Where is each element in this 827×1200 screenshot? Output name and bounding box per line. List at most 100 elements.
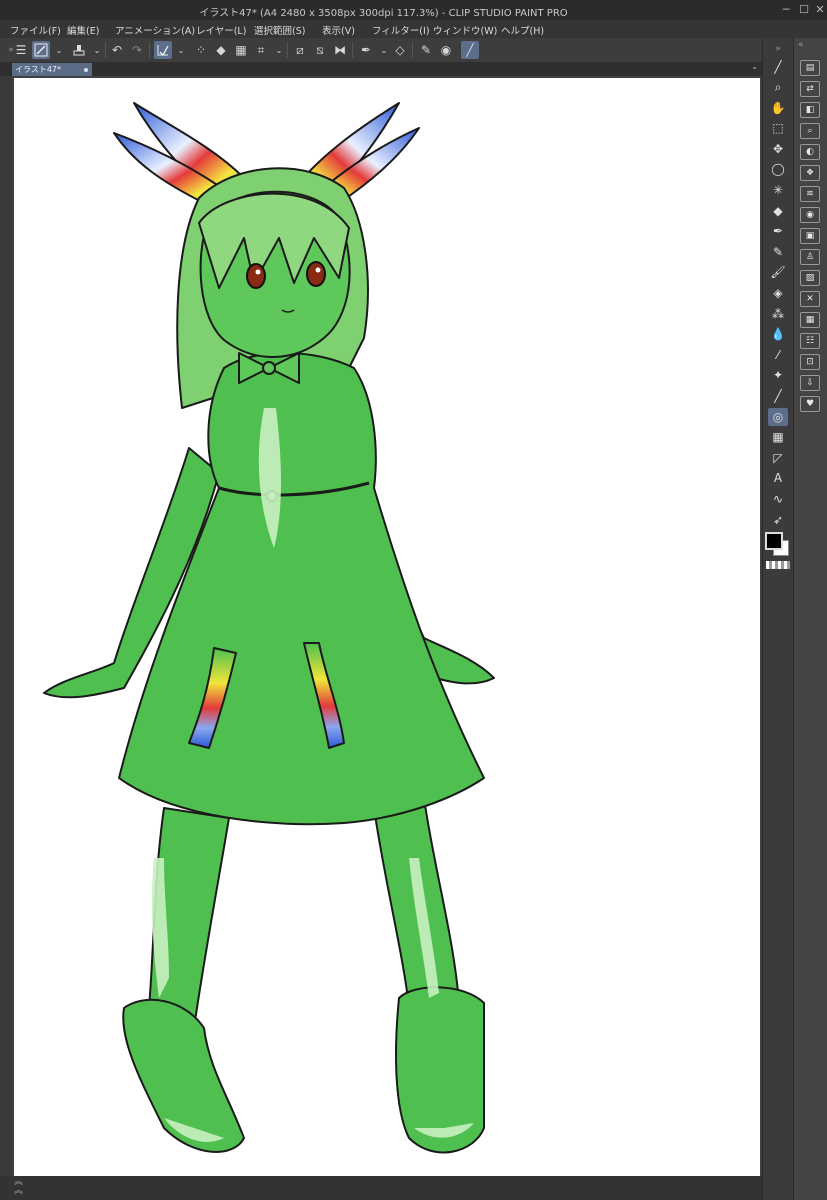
- pen-tool-icon[interactable]: ╱: [768, 58, 788, 76]
- layers-icon[interactable]: ≋: [800, 186, 820, 202]
- panel-collapse-icon[interactable]: »: [768, 40, 788, 58]
- stamp-icon[interactable]: [70, 41, 88, 59]
- separator: [352, 42, 353, 58]
- expand-up-icon[interactable]: ︽ ︽: [14, 1178, 23, 1196]
- picture-icon[interactable]: ▨: [800, 270, 820, 286]
- blend-icon[interactable]: 💧: [768, 325, 788, 343]
- window-title: イラスト47* (A4 2480 x 3508px 300dpi 117.3%)…: [199, 8, 568, 19]
- folder-image-icon[interactable]: ▣: [800, 228, 820, 244]
- title-bar: イラスト47* (A4 2480 x 3508px 300dpi 117.3%)…: [0, 0, 827, 20]
- chevron-down-icon[interactable]: ⌄: [270, 41, 288, 59]
- pen-pressure-icon[interactable]: [32, 41, 50, 59]
- dock-expand-icon[interactable]: «: [798, 40, 804, 50]
- canvas[interactable]: [14, 78, 760, 1176]
- figure-icon[interactable]: ♙: [800, 249, 820, 265]
- command-bar: » ☰ ⌄ ⌄ ↶ ↷ ⌄ ⁘ ◆ ▦ ⌗ ⌄ ⧄ ⧅ ⧓ ✒ ⌄ ◇ ✎ ◉ …: [0, 38, 762, 63]
- menu-window[interactable]: ウィンドウ(W): [433, 23, 497, 37]
- camera-icon[interactable]: ◉: [800, 207, 820, 223]
- menu-layer[interactable]: レイヤー(L): [196, 23, 246, 37]
- decoration-icon[interactable]: ✦: [768, 366, 788, 384]
- menu-help[interactable]: ヘルプ(H): [501, 23, 544, 37]
- rotate-icon[interactable]: ⧅: [311, 41, 329, 59]
- sub-tool-icon[interactable]: ▤: [800, 60, 820, 76]
- menu-bar: ファイル(F) 編集(E) アニメーション(A) レイヤー(L) 選択範囲(S)…: [0, 20, 827, 38]
- chevron-down-icon[interactable]: ⌄: [172, 41, 190, 59]
- layer-icon[interactable]: ✎: [417, 41, 435, 59]
- document-tab[interactable]: イラスト47*: [12, 63, 92, 76]
- airbrush-icon[interactable]: ⁂: [768, 305, 788, 323]
- foreground-color-swatch[interactable]: [765, 532, 783, 550]
- lasso-icon[interactable]: ◯: [768, 160, 788, 178]
- animation-icon[interactable]: ⇄: [800, 81, 820, 97]
- menu-animation[interactable]: アニメーション(A): [115, 23, 195, 37]
- flip-icon[interactable]: ⧓: [331, 41, 349, 59]
- eyedropper-icon[interactable]: ⁄: [768, 346, 788, 364]
- tab-menu-icon[interactable]: ⌄: [751, 62, 758, 71]
- eraser-icon[interactable]: ◆: [768, 202, 788, 220]
- menu-icon[interactable]: ☰: [12, 41, 30, 59]
- transparent-color-swatch[interactable]: [766, 561, 790, 569]
- close-box-icon[interactable]: ✕: [800, 291, 820, 307]
- document-tab-bar: イラスト47* ⌄: [0, 62, 762, 76]
- brush-tool-icon[interactable]: ✒: [357, 41, 375, 59]
- maximize-button[interactable]: ☐: [796, 2, 812, 18]
- pencil-icon[interactable]: ✎: [768, 243, 788, 261]
- save-icon[interactable]: ⊡: [800, 354, 820, 370]
- fill-icon[interactable]: ◆: [212, 41, 230, 59]
- material-icon[interactable]: ❖: [800, 165, 820, 181]
- object-select-icon[interactable]: ⬚: [768, 119, 788, 137]
- move-icon[interactable]: ✥: [768, 140, 788, 158]
- crop-icon[interactable]: ⧄: [291, 41, 309, 59]
- download-icon[interactable]: ⇩: [800, 375, 820, 391]
- zoom-icon[interactable]: ⌕: [768, 78, 788, 96]
- pen-active-icon[interactable]: ╱: [461, 41, 479, 59]
- hand-icon[interactable]: ✋: [768, 99, 788, 117]
- document-tab-label: イラスト47*: [15, 65, 62, 74]
- fill-bucket-icon[interactable]: ▦: [768, 428, 788, 446]
- correct-line-icon[interactable]: ➶: [768, 511, 788, 529]
- status-bar: ︽ ︽: [0, 1176, 762, 1200]
- gradient-icon[interactable]: ◎: [768, 407, 788, 426]
- reference-icon[interactable]: ◉: [437, 41, 455, 59]
- menu-edit[interactable]: 編集(E): [67, 23, 99, 37]
- separator: [287, 42, 288, 58]
- right-dock: « ▤ ⇄ ◧ ⌕ ◐ ❖ ≋ ◉ ▣ ♙ ▨ ✕ ▦ ☷ ⊡ ⇩ ♥: [793, 38, 827, 1200]
- loading-icon[interactable]: ⁘: [192, 41, 210, 59]
- left-panel-collapsed: [0, 76, 12, 1176]
- menu-view[interactable]: 表示(V): [322, 23, 355, 37]
- layer-property-icon[interactable]: ◧: [800, 102, 820, 118]
- color-mix-icon[interactable]: ◐: [800, 144, 820, 160]
- pen-icon[interactable]: ✒: [768, 222, 788, 240]
- select-all-icon[interactable]: ▦: [232, 41, 250, 59]
- separator: [105, 42, 106, 58]
- menu-selection[interactable]: 選択範囲(S): [254, 23, 305, 37]
- grid-icon[interactable]: ▦: [800, 312, 820, 328]
- chevron-down-icon[interactable]: ⌄: [88, 41, 106, 59]
- minimize-button[interactable]: ─: [778, 2, 794, 18]
- snap-icon[interactable]: [154, 41, 172, 59]
- menu-file[interactable]: ファイル(F): [10, 23, 61, 37]
- tool-palette: » ╱ ⌕ ✋ ⬚ ✥ ◯ ✳ ◆ ✒ ✎ 🖌 ◈ ⁂ 💧 ⁄ ✦ ╱ ◎ ▦ ◸ A ∿ ➶: [762, 38, 793, 1200]
- undo-icon[interactable]: ↶: [108, 41, 126, 59]
- favorite-icon[interactable]: ♥: [800, 396, 820, 412]
- text-icon[interactable]: A: [768, 469, 788, 487]
- redo-icon[interactable]: ↷: [128, 41, 146, 59]
- eraser-icon[interactable]: ◇: [391, 41, 409, 59]
- separator: [149, 42, 150, 58]
- illustration: [43, 102, 495, 1154]
- separator: [412, 42, 413, 58]
- balloon-icon[interactable]: ∿: [768, 490, 788, 508]
- navigator-icon[interactable]: ⌕: [800, 123, 820, 139]
- fill-icon[interactable]: ◈: [768, 284, 788, 302]
- transform-icon[interactable]: ⌗: [252, 41, 270, 59]
- line-icon[interactable]: ╱: [768, 387, 788, 405]
- tab-unsaved-icon: [84, 68, 88, 72]
- menu-filter[interactable]: フィルター(I): [372, 23, 430, 37]
- ruler-icon[interactable]: ◸: [768, 449, 788, 467]
- brush-icon[interactable]: 🖌: [768, 263, 788, 281]
- magic-wand-icon[interactable]: ✳: [768, 181, 788, 199]
- close-button[interactable]: ✕: [812, 2, 827, 18]
- list-icon[interactable]: ☷: [800, 333, 820, 349]
- chevron-down-icon[interactable]: ⌄: [50, 41, 68, 59]
- canvas-area[interactable]: [12, 76, 762, 1176]
